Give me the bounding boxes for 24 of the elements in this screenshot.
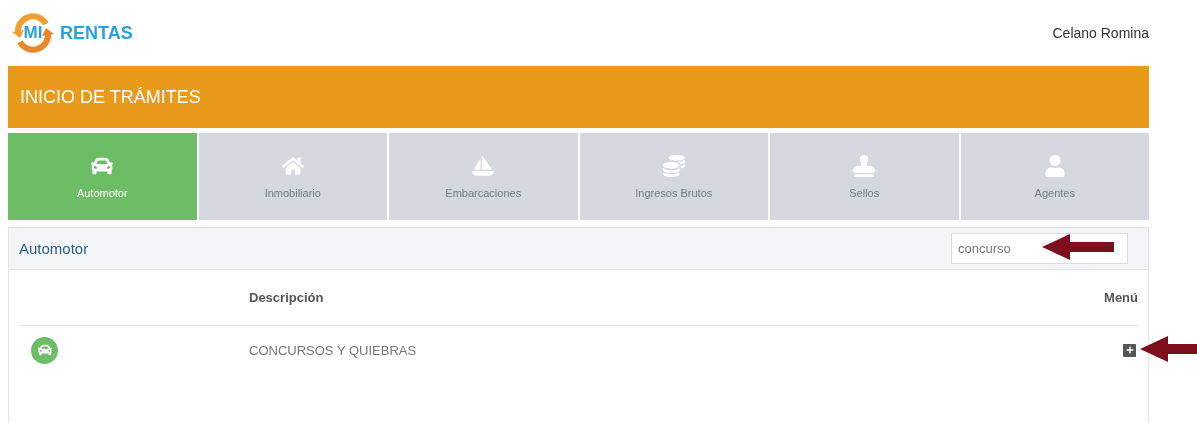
plus-icon — [1125, 346, 1134, 354]
logo-name: RENTAS — [60, 22, 133, 44]
panel-title: Automotor — [19, 240, 89, 257]
sailboat-icon — [472, 154, 495, 177]
house-icon — [281, 154, 304, 177]
user-name: Celano Romina — [1052, 25, 1149, 41]
page-title: INICIO DE TRÁMITES — [20, 86, 201, 108]
car-icon — [31, 336, 58, 364]
stamp-icon — [853, 154, 876, 177]
category-tab[interactable]: Agentes — [960, 133, 1149, 220]
category-tab[interactable]: Embarcaciones — [389, 133, 578, 220]
logo-mark: MI — [10, 10, 56, 56]
coins-icon — [662, 154, 685, 177]
category-tab[interactable]: Sellos — [770, 133, 959, 220]
column-header: Descripción — [249, 290, 324, 305]
user-icon — [1043, 154, 1066, 177]
category-tab[interactable]: Ingresos Brutos — [579, 133, 768, 220]
category-tab[interactable]: Automotor — [8, 133, 197, 220]
annotation-arrow — [1042, 234, 1114, 260]
expand-button[interactable] — [1123, 343, 1136, 357]
category-tab[interactable]: Inmobiliario — [198, 133, 387, 220]
annotation-arrow — [1140, 336, 1197, 362]
column-header: Menú — [1104, 290, 1138, 305]
table-cell-text: CONCURSOS Y QUIEBRAS — [249, 342, 418, 358]
